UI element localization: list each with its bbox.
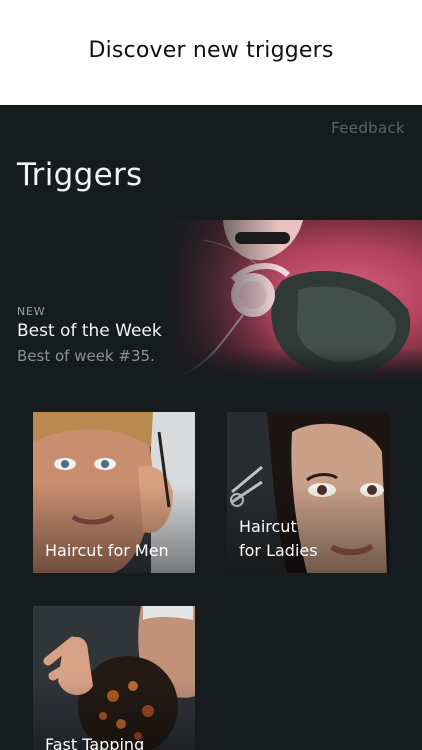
card-label: Haircut for Ladies <box>239 517 318 560</box>
card-label: Fast Tapping <box>45 735 145 750</box>
feedback-link[interactable]: Feedback <box>331 119 405 137</box>
card-label: Haircut for Men <box>45 541 169 560</box>
page-title: Triggers <box>17 157 143 193</box>
trigger-card-haircut-ladies[interactable]: Haircut for Ladies <box>227 412 389 573</box>
featured-card-image[interactable] <box>163 220 422 380</box>
new-badge: NEW <box>17 305 46 318</box>
promo-headline: Discover new triggers <box>88 38 334 63</box>
featured-title[interactable]: Best of the Week <box>17 321 162 341</box>
promo-banner: Discover new triggers <box>0 0 422 105</box>
trigger-card-haircut-men[interactable]: Haircut for Men <box>33 412 195 573</box>
trigger-card-fast-tapping[interactable]: Fast Tapping <box>33 606 195 750</box>
triggers-screen: Feedback Triggers NEW Best of the Week B… <box>0 105 422 750</box>
featured-subtitle: Best of week #35. <box>17 347 155 365</box>
